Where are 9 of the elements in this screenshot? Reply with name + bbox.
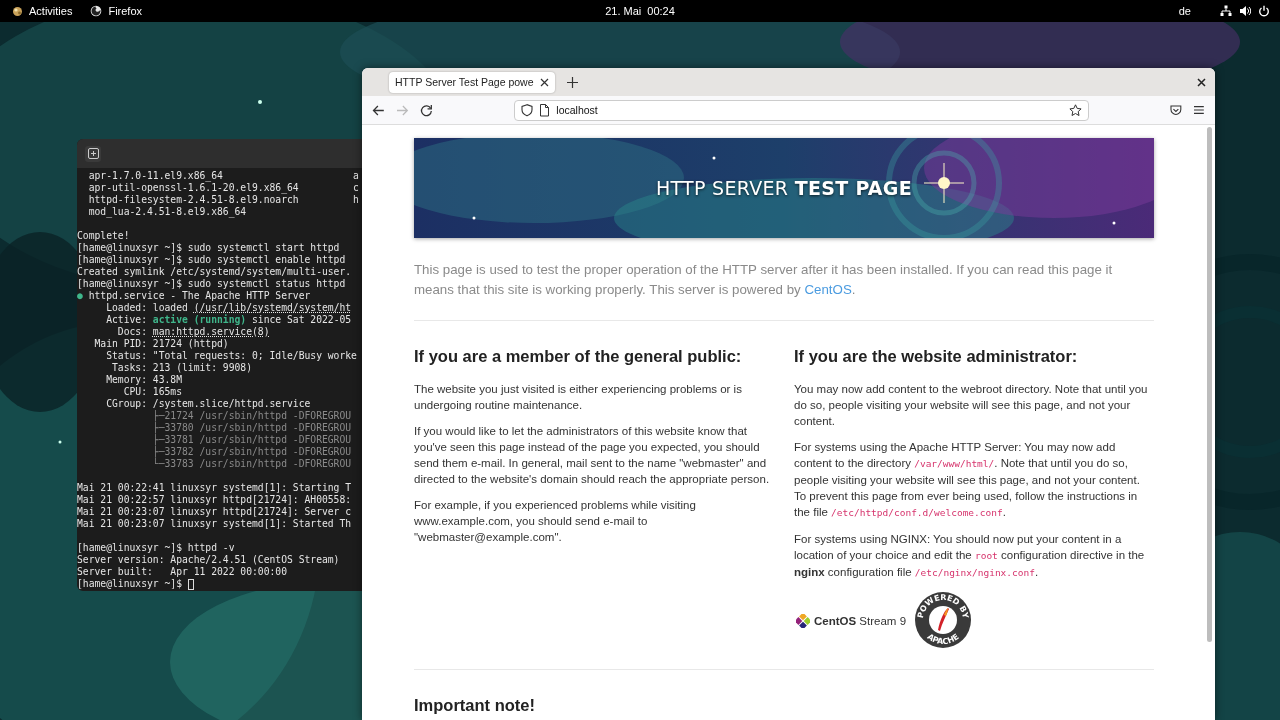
volume-icon[interactable] xyxy=(1239,5,1251,17)
network-icon[interactable] xyxy=(1220,5,1232,17)
app-menu-button[interactable]: Firefox xyxy=(86,3,147,19)
activities-button[interactable]: Activities xyxy=(8,3,77,19)
keyboard-layout[interactable]: de xyxy=(1178,5,1191,17)
clock[interactable]: 21. Mai 00:24 xyxy=(595,5,685,17)
logo-icon xyxy=(90,5,103,17)
power-icon[interactable] xyxy=(1258,5,1270,17)
logo-icon xyxy=(12,5,23,17)
